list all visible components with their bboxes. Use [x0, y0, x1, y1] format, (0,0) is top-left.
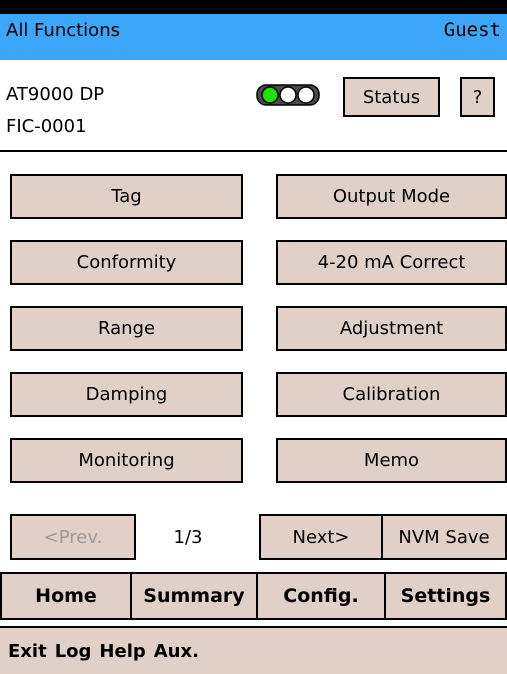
output-mode-button[interactable]: Output Mode — [276, 174, 507, 219]
page-indicator: 1/3 — [173, 526, 203, 548]
prev-page-button[interactable]: <Prev. — [10, 514, 136, 560]
memo-button[interactable]: Memo — [276, 438, 507, 483]
communication-indicator-icon — [256, 84, 320, 106]
device-model: AT9000 DP — [6, 84, 105, 105]
status-button[interactable]: Status — [343, 77, 440, 117]
calibration-button[interactable]: Calibration — [276, 372, 507, 417]
page-title: All Functions — [6, 20, 120, 41]
tab-summary[interactable]: Summary — [130, 572, 258, 620]
divider — [0, 150, 507, 152]
menu-aux[interactable]: Aux. — [154, 641, 199, 662]
tab-home[interactable]: Home — [0, 572, 132, 620]
range-button[interactable]: Range — [10, 306, 243, 351]
tab-config[interactable]: Config. — [256, 572, 386, 620]
menu-log[interactable]: Log — [55, 641, 92, 662]
adjustment-button[interactable]: Adjustment — [276, 306, 507, 351]
menu-exit[interactable]: Exit — [8, 641, 47, 662]
ma-correct-button[interactable]: 4-20 mA Correct — [276, 240, 507, 285]
damping-button[interactable]: Damping — [10, 372, 243, 417]
menu-help[interactable]: Help — [99, 641, 145, 662]
next-page-button[interactable]: Next> — [259, 514, 383, 560]
user-label: Guest — [443, 19, 501, 41]
screen: All Functions Guest AT9000 DP FIC-0001 S… — [0, 0, 507, 674]
tab-settings[interactable]: Settings — [384, 572, 507, 620]
top-black-strip — [0, 0, 507, 14]
device-tag: FIC-0001 — [6, 116, 87, 137]
help-button[interactable]: ? — [460, 77, 495, 117]
tag-button[interactable]: Tag — [10, 174, 243, 219]
nvm-save-button[interactable]: NVM Save — [381, 514, 507, 560]
bottom-menu-bar: Exit Log Help Aux. — [0, 626, 507, 674]
conformity-button[interactable]: Conformity — [10, 240, 243, 285]
monitoring-button[interactable]: Monitoring — [10, 438, 243, 483]
